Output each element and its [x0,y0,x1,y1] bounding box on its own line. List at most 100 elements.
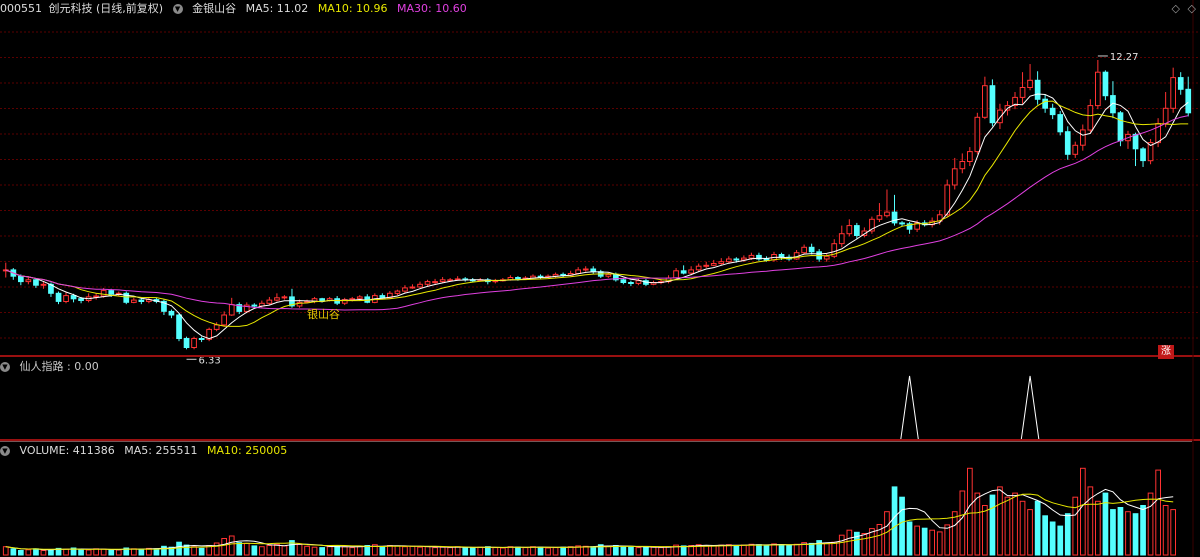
volume-bars [2,467,1177,556]
volume-bar-down [763,544,770,556]
candle-body-up [274,297,280,301]
volume-bar-down [319,547,325,556]
volume-bar-up [221,538,228,556]
candle [228,297,235,316]
candle [364,294,371,304]
candle-body-down [168,310,175,316]
volume-bar-up [959,490,966,556]
candle [1162,92,1169,128]
candle-body-down [899,222,905,225]
volume-value[interactable]: VOLUME: 411386 [20,444,115,457]
volume-bar-up [447,547,453,556]
candle-body-down [620,279,627,283]
volume-bar-up [259,546,265,556]
candle [492,278,499,284]
indicator-name[interactable]: 金银山谷 [192,2,236,15]
ma10-value: MA10: 10.96 [317,2,388,15]
candle-body-down [251,304,258,307]
candle [665,275,672,284]
candle [884,189,890,218]
candle-body-up [1019,87,1026,98]
diamond-icon[interactable]: ◇ [1172,2,1180,15]
chevron-down-icon[interactable]: ▼ [172,4,183,14]
volume-bar-up [741,544,747,556]
candle [417,281,423,288]
volume-bar-down [138,548,145,556]
candle-body-up [100,290,107,297]
candle-body-up [967,151,973,163]
ma30-line [5,115,1189,311]
candle-body-up [1080,129,1086,146]
diamond-icon[interactable]: ◇ [1188,2,1196,15]
volume-bar-up [944,524,951,556]
volume-bar-up [1125,511,1131,556]
candle [1072,141,1079,158]
volume-bar-up [793,543,800,556]
candle [1147,138,1154,165]
volume-bar-up [545,547,551,556]
volume-bar-up [40,550,47,556]
candle [823,253,830,262]
candle [869,216,875,234]
candle-body-up [884,211,890,217]
ma5-value: MA5: 11.02 [245,2,309,15]
volume-bar-up [243,542,250,556]
volume-bar-up [394,545,401,556]
candle-body-up [838,233,845,245]
candle [191,336,197,350]
candle-body-down [1185,88,1192,114]
volume-bar-down [1140,505,1146,556]
candle [1080,124,1086,151]
volume-bar-up [718,544,725,556]
candle-body-down [1177,77,1184,90]
candle-body-up [718,261,725,265]
candle-body-up [688,269,694,274]
candle [1170,67,1177,113]
candle-body-up [823,255,830,260]
volume-bar-up [326,546,333,556]
candle [1095,59,1101,110]
candle-body-up [356,296,363,300]
chevron-down-icon[interactable]: ▼ [0,446,10,456]
volume-bar-up [974,492,981,556]
candle [123,291,130,305]
stock-chart-canvas: 6.3312.27银山谷 [0,0,1200,557]
candlestick-series [2,59,1192,350]
candle-body-down [1132,133,1139,150]
candle-body-up [997,109,1003,124]
candle-body-up [673,270,679,279]
stock-name: 创元科技 [48,2,93,15]
candle [432,278,438,285]
chevron-down-icon[interactable]: ▼ [0,362,10,372]
volume-bar-up [658,547,664,556]
candle [341,297,348,306]
volume-panel-header: ▼ VOLUME: 411386 MA5: 255511 MA10: 25000… [0,443,293,459]
candle [176,313,182,342]
candle-body-up [703,264,710,267]
volume-bar-up [1019,500,1026,556]
candle [967,147,973,167]
candle [183,336,190,350]
volume-bar-up [191,546,197,556]
indicator-panel-header: ▼ 仙人指路 : 0.00 [0,359,105,375]
volume-bar-up [1095,500,1101,556]
indicator-panel-title[interactable]: 仙人指路 : 0.00 [20,360,99,373]
volume-bar-up [304,545,310,556]
candle [582,266,589,272]
volume-bar-up [982,505,988,556]
candle [695,263,702,272]
volume-bar-down [462,547,469,556]
candle [718,258,725,266]
volume-bar-down [78,549,84,556]
candle [808,243,815,255]
candle-body-up [191,338,197,348]
candle [1042,94,1049,113]
candle-body-up [748,254,755,259]
volume-bar-down [1034,500,1041,556]
volume-bar-up [281,545,288,556]
candle [1177,72,1184,95]
candle [831,239,838,259]
candle [989,79,996,127]
volume-bar-down [379,546,386,556]
volume-bar-up [914,525,920,556]
